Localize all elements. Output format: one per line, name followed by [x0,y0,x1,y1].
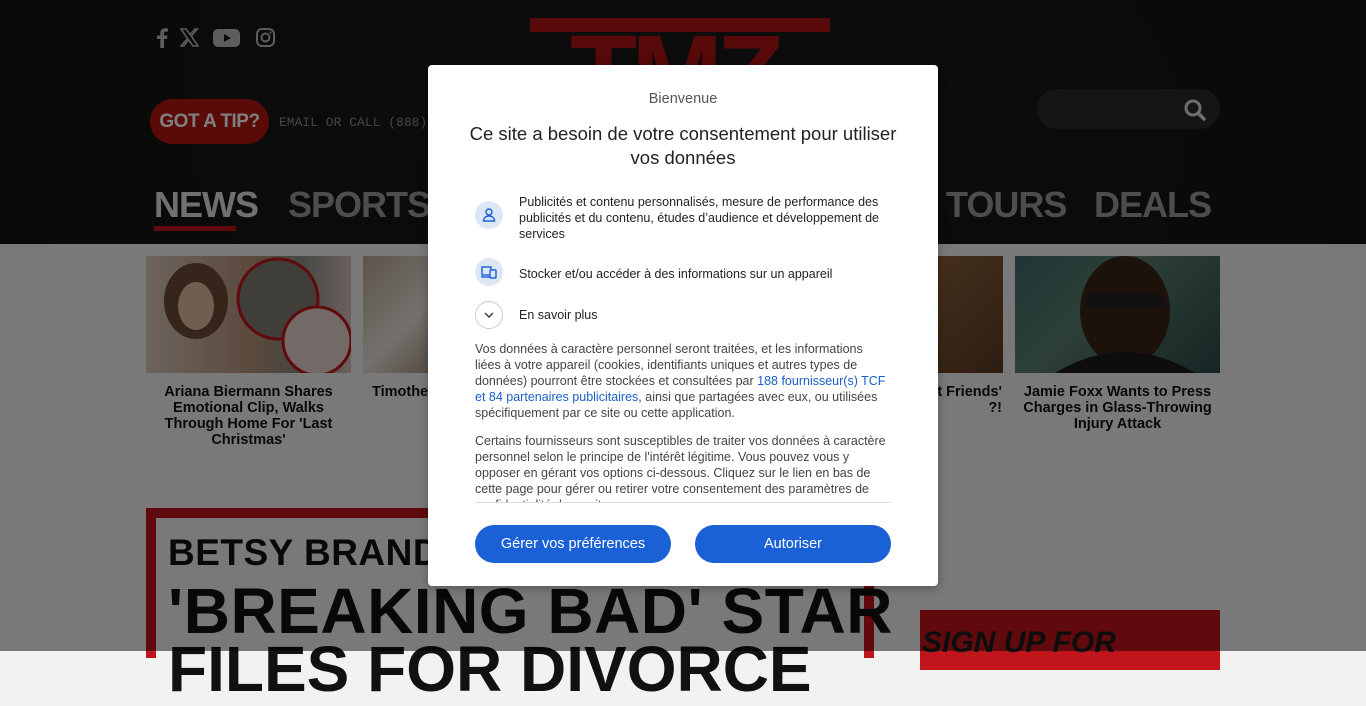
consent-welcome: Bienvenue [648,91,718,107]
learn-more-toggle[interactable] [475,301,503,329]
consent-scroll-area[interactable]: Vos données à caractère personnel seront… [475,341,891,502]
allow-button[interactable]: Autoriser [695,525,891,563]
devices-icon [475,258,503,286]
manage-preferences-button[interactable]: Gérer vos préférences [475,525,671,563]
consent-text-2: Certains fournisseurs sont susceptibles … [475,434,886,502]
person-icon [475,201,503,229]
consent-dialog: Bienvenue Ce site a besoin de votre cons… [428,65,938,586]
purpose-ads: Publicités et contenu personnalisés, mes… [519,195,879,241]
consent-divider [475,502,891,503]
consent-text-1: Vos données à caractère personnel seront… [475,342,886,420]
chevron-down-icon [484,312,494,318]
consent-title: Ce site a besoin de votre consentement p… [469,123,897,168]
purpose-storage: Stocker et/ou accéder à des informations… [519,267,833,281]
learn-more-label[interactable]: En savoir plus [519,307,899,323]
